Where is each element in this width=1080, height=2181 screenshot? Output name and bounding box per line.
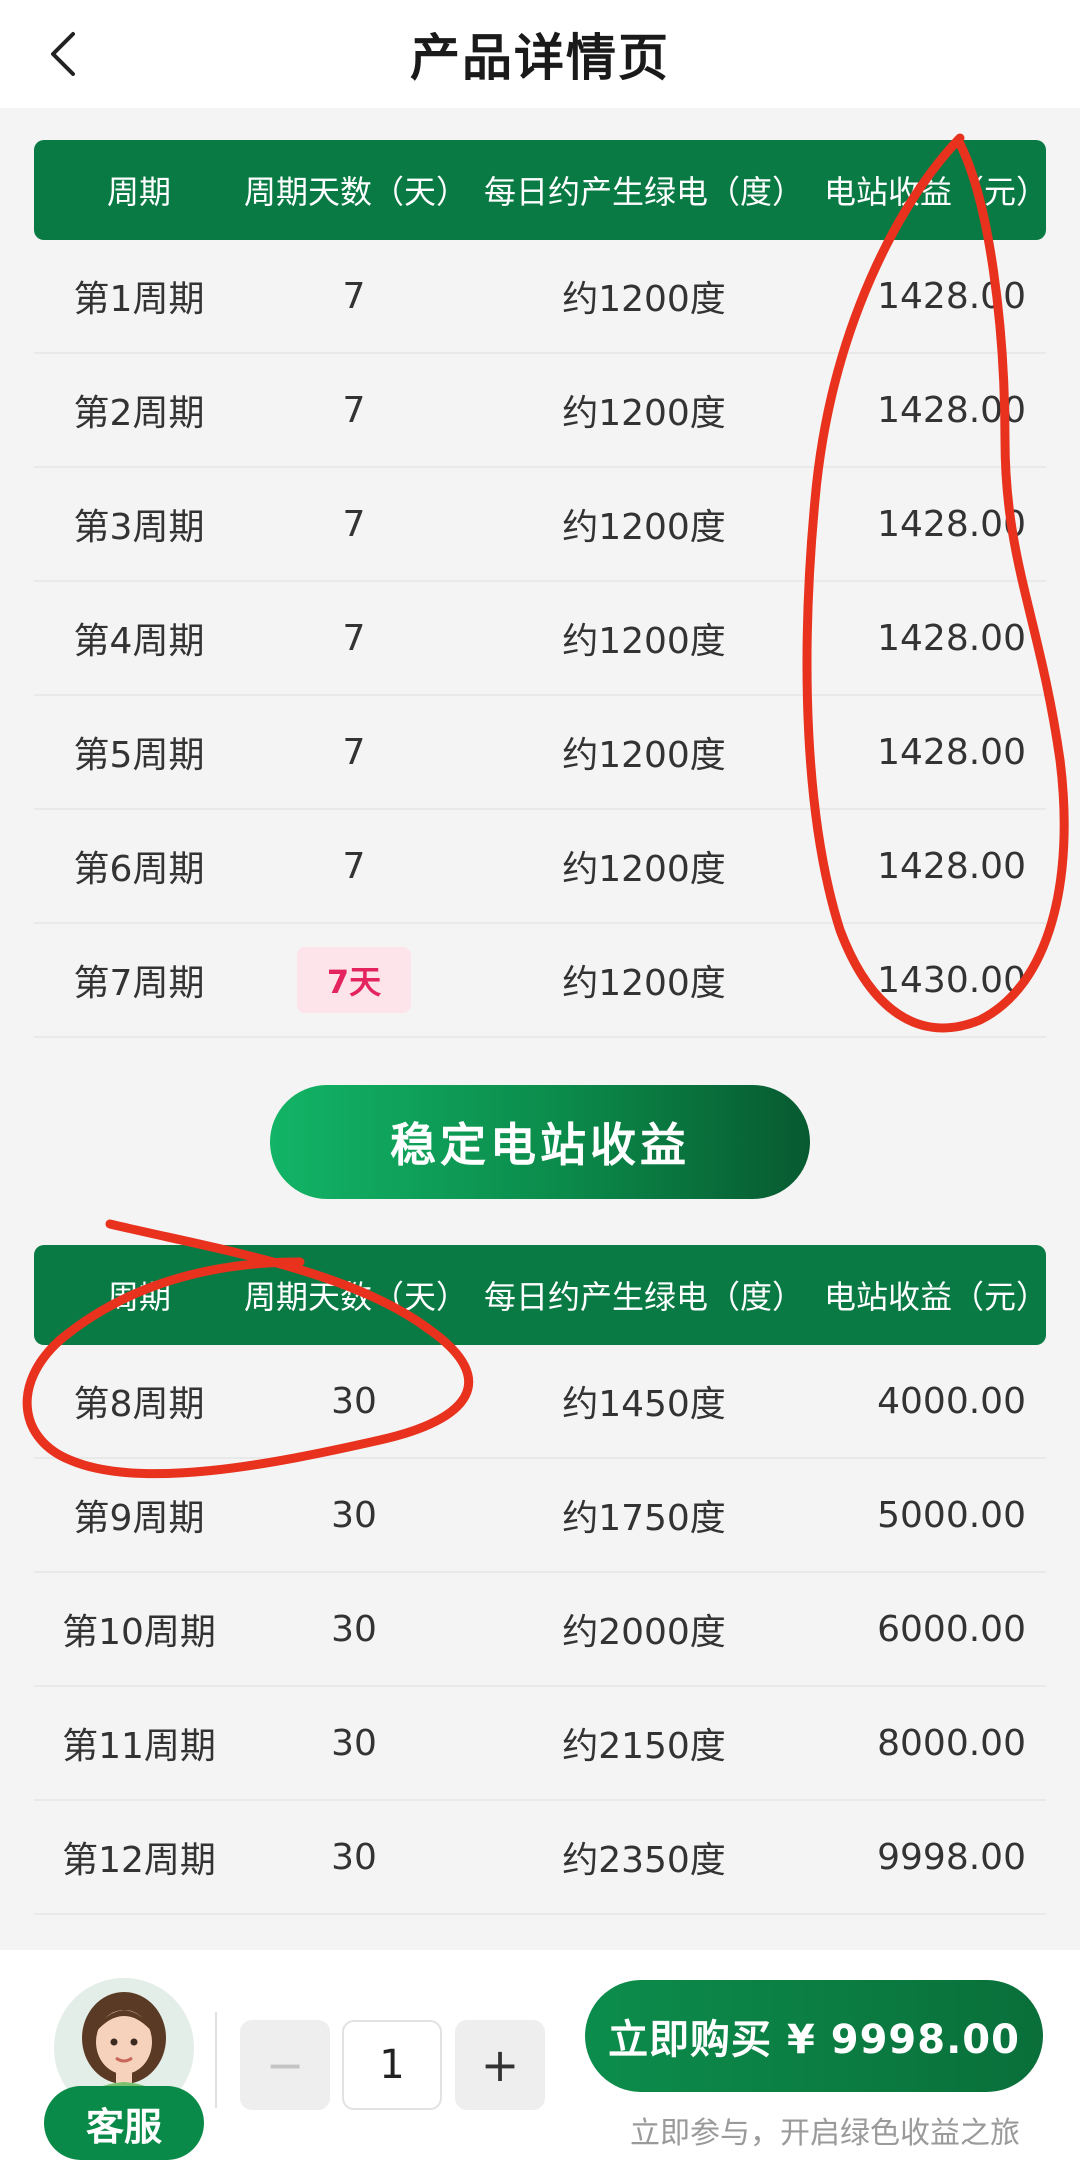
cell-days: 30 xyxy=(331,1494,377,1536)
cell-income: 1428.00 xyxy=(877,845,1026,887)
header-income: 电站收益（元） xyxy=(824,1278,1049,1316)
header-cycle: 周期 xyxy=(106,1278,171,1316)
cell-power: 约1200度 xyxy=(562,507,726,548)
page-title: 产品详情页 xyxy=(410,29,670,87)
cell-days: 7天 xyxy=(244,947,464,1013)
cell-cycle: 第12周期 xyxy=(62,1840,216,1881)
table-row: 第5周期 7 约1200度 1428.00 xyxy=(34,696,1046,810)
cell-income: 4000.00 xyxy=(877,1380,1026,1422)
cell-income: 6000.00 xyxy=(877,1608,1026,1650)
table-row: 第4周期 7 约1200度 1428.00 xyxy=(34,582,1046,696)
cell-days: 30 xyxy=(331,1722,377,1764)
cell-income: 1428.00 xyxy=(877,389,1026,431)
divider xyxy=(215,2012,217,2108)
table-row: 第8周期 30 约1450度 4000.00 xyxy=(34,1345,1046,1459)
cell-power: 约1200度 xyxy=(562,393,726,434)
cell-cycle: 第6周期 xyxy=(73,849,205,890)
header-income: 电站收益（元） xyxy=(824,173,1049,211)
table-row: 第1周期 7 约1200度 1428.00 xyxy=(34,240,1046,354)
header-days: 周期天数（天） xyxy=(244,1278,469,1316)
cell-power: 约1750度 xyxy=(562,1498,726,1539)
cell-days: 7 xyxy=(342,503,366,545)
table-row: 第11周期 30 约2150度 8000.00 xyxy=(34,1687,1046,1801)
quantity-decrease-button[interactable]: − xyxy=(240,2020,330,2110)
cell-cycle: 第4周期 xyxy=(73,621,205,662)
cell-cycle: 第10周期 xyxy=(62,1612,216,1653)
cell-days: 7 xyxy=(342,617,366,659)
cell-power: 约1200度 xyxy=(562,735,726,776)
cell-cycle: 第3周期 xyxy=(73,507,205,548)
table-row: 第6周期 7 约1200度 1428.00 xyxy=(34,810,1046,924)
table-row: 第12周期 30 约2350度 9998.00 xyxy=(34,1801,1046,1915)
cell-cycle: 第7周期 xyxy=(73,963,205,1004)
cell-income: 9998.00 xyxy=(877,1836,1026,1878)
cell-days: 7 xyxy=(342,275,366,317)
table-row: 第2周期 7 约1200度 1428.00 xyxy=(34,354,1046,468)
cell-power: 约2350度 xyxy=(562,1840,726,1881)
cycle-table-short: 周期 周期天数（天） 每日约产生绿电（度） 电站收益（元） 第1周期 7 约12… xyxy=(34,140,1049,1038)
cell-cycle: 第2周期 xyxy=(73,393,205,434)
cell-power: 约1450度 xyxy=(562,1384,726,1425)
table-row: 第3周期 7 约1200度 1428.00 xyxy=(34,468,1046,582)
quantity-increase-button[interactable]: + xyxy=(455,2020,545,2110)
cell-days: 7 xyxy=(342,845,366,887)
stable-income-button[interactable]: 稳定电站收益 xyxy=(270,1085,810,1199)
cell-cycle: 第5周期 xyxy=(73,735,205,776)
days-badge: 7天 xyxy=(296,947,412,1013)
top-bar: 产品详情页 xyxy=(0,0,1080,108)
cell-days: 30 xyxy=(331,1608,377,1650)
watermark-text: 立即参与，开启绿色收益之旅 xyxy=(630,2116,1020,2151)
table-header: 周期 周期天数（天） 每日约产生绿电（度） 电站收益（元） xyxy=(34,1245,1049,1345)
product-detail-page: 产品详情页 周期 周期天数（天） 每日约产生绿电（度） 电站收益（元） 第1周期… xyxy=(0,0,1080,2181)
cell-power: 约1200度 xyxy=(562,621,726,662)
cell-cycle: 第11周期 xyxy=(62,1726,216,1767)
cell-power: 约2150度 xyxy=(562,1726,726,1767)
cell-days: 7 xyxy=(342,731,366,773)
cell-days: 7 xyxy=(342,389,366,431)
bottom-action-bar: 客服 − + 立即购买 ¥ 9998.00 立即参与，开启绿色收益之旅 xyxy=(0,1950,1080,2181)
cycle-table-long: 周期 周期天数（天） 每日约产生绿电（度） 电站收益（元） 第8周期 30 约1… xyxy=(34,1245,1049,1915)
cell-cycle: 第1周期 xyxy=(73,279,205,320)
cell-cycle: 第9周期 xyxy=(73,1498,205,1539)
table-header: 周期 周期天数（天） 每日约产生绿电（度） 电站收益（元） xyxy=(34,140,1049,240)
cell-days: 30 xyxy=(331,1836,377,1878)
cell-income: 1430.00 xyxy=(877,959,1026,1001)
header-power: 每日约产生绿电（度） xyxy=(483,173,804,211)
cell-income: 8000.00 xyxy=(877,1722,1026,1764)
chevron-left-icon xyxy=(51,32,75,76)
header-power: 每日约产生绿电（度） xyxy=(483,1278,804,1316)
cell-income: 1428.00 xyxy=(877,617,1026,659)
cell-power: 约1200度 xyxy=(562,849,726,890)
table-row: 第9周期 30 约1750度 5000.00 xyxy=(34,1459,1046,1573)
buy-now-button[interactable]: 立即购买 ¥ 9998.00 xyxy=(585,1980,1043,2092)
table-row: 第10周期 30 约2000度 6000.00 xyxy=(34,1573,1046,1687)
cell-income: 1428.00 xyxy=(877,731,1026,773)
cell-income: 1428.00 xyxy=(877,275,1026,317)
cell-income: 5000.00 xyxy=(877,1494,1026,1536)
quantity-input[interactable] xyxy=(342,2020,442,2110)
cell-power: 约2000度 xyxy=(562,1612,726,1653)
cell-income: 1428.00 xyxy=(877,503,1026,545)
cell-days: 30 xyxy=(331,1380,377,1422)
back-button[interactable] xyxy=(30,22,94,86)
customer-service-button[interactable]: 客服 xyxy=(44,2086,204,2160)
cell-cycle: 第8周期 xyxy=(73,1384,205,1425)
cell-power: 约1200度 xyxy=(562,279,726,320)
cell-power: 约1200度 xyxy=(562,963,726,1004)
header-days: 周期天数（天） xyxy=(244,173,469,211)
table-row: 第7周期 7天 约1200度 1430.00 xyxy=(34,924,1046,1038)
header-cycle: 周期 xyxy=(106,173,171,211)
